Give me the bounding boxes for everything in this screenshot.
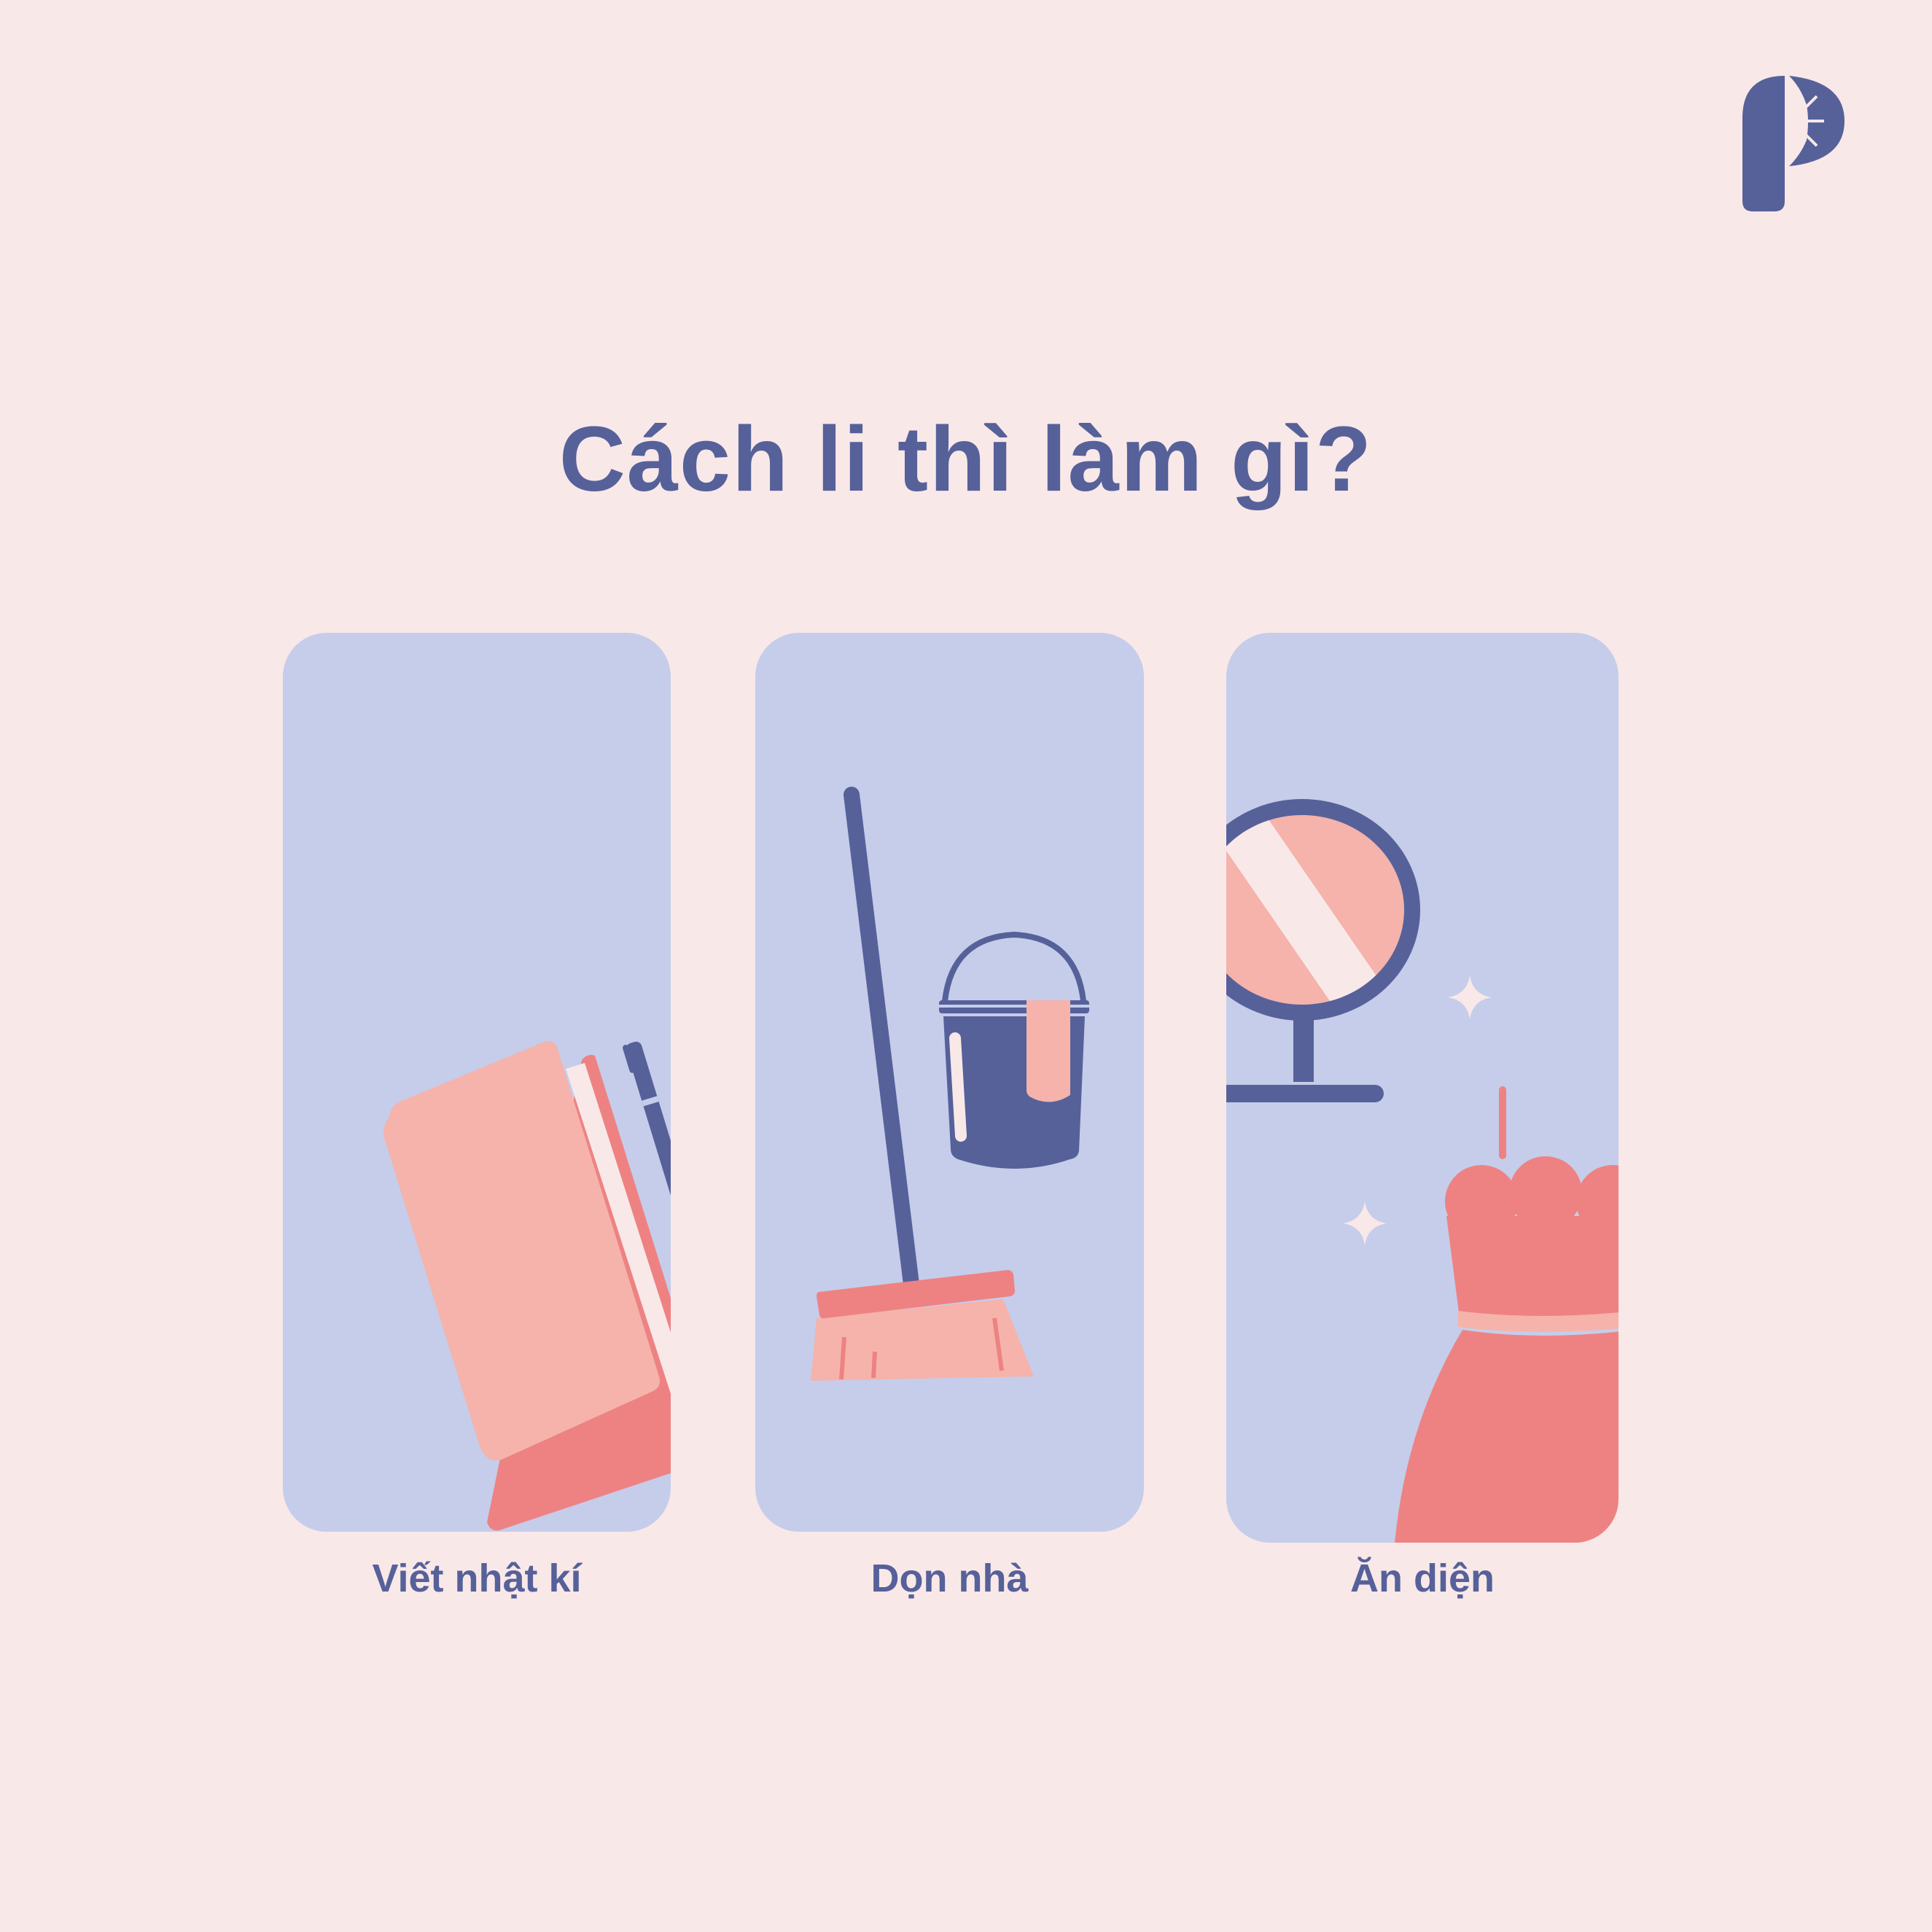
caption-dress: Ăn diện [1350,1557,1495,1600]
mirror-dress-icon [1226,799,1619,1543]
brand-logo-icon [1742,76,1845,211]
broom-bucket-icon [811,787,1089,1381]
cleaning-card [755,633,1144,1532]
journal-card [283,633,671,1532]
journal-icon [383,1041,671,1531]
caption-journal: Viết nhật kí [372,1557,582,1600]
dress-up-card [1226,633,1619,1543]
page-title: Cách li thì làm gì? [558,408,1374,510]
caption-clean: Dọn nhà [870,1557,1029,1600]
